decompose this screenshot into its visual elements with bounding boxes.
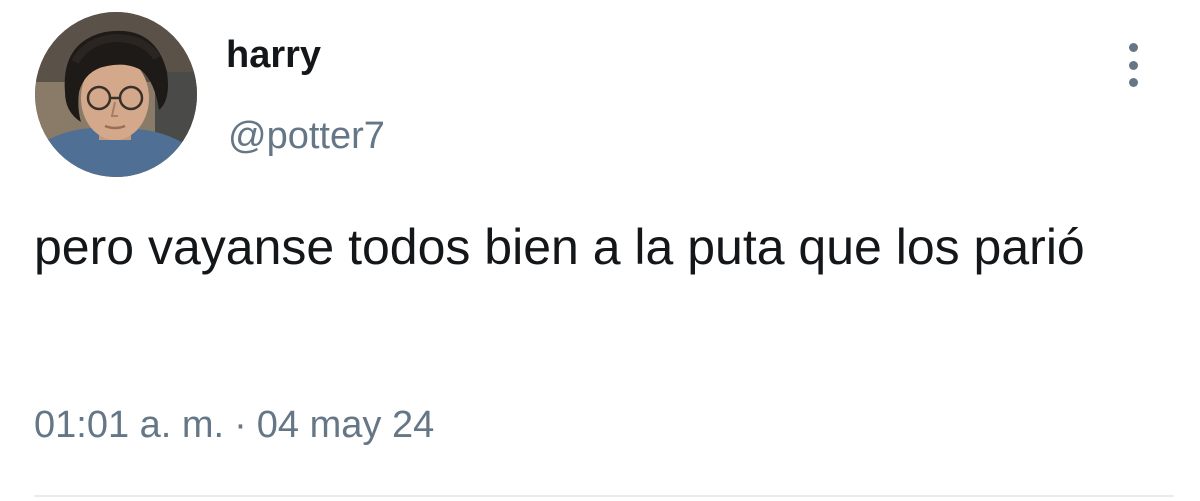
tweet-card: harry @potter7 pero vayanse todos bien a… (0, 0, 1200, 501)
timestamp-separator: · (234, 404, 247, 446)
timestamp-time: 01:01 a. m. (34, 404, 225, 446)
avatar-photo (35, 12, 197, 177)
timestamp-date: 04 may 24 (256, 404, 435, 446)
tweet-timestamp[interactable]: 01:01 a. m. · 04 may 24 (34, 406, 434, 444)
more-options-button[interactable] (1116, 40, 1150, 90)
avatar[interactable] (35, 12, 197, 177)
more-vertical-icon (1128, 43, 1138, 52)
author-display-name[interactable]: harry (226, 36, 321, 74)
more-vertical-icon-dot (1128, 60, 1138, 70)
author-handle[interactable]: @potter7 (228, 117, 385, 155)
divider (34, 495, 1174, 497)
tweet-text: pero vayanse todos bien a la puta que lo… (34, 219, 1085, 275)
more-vertical-icon-dot (1128, 78, 1138, 87)
